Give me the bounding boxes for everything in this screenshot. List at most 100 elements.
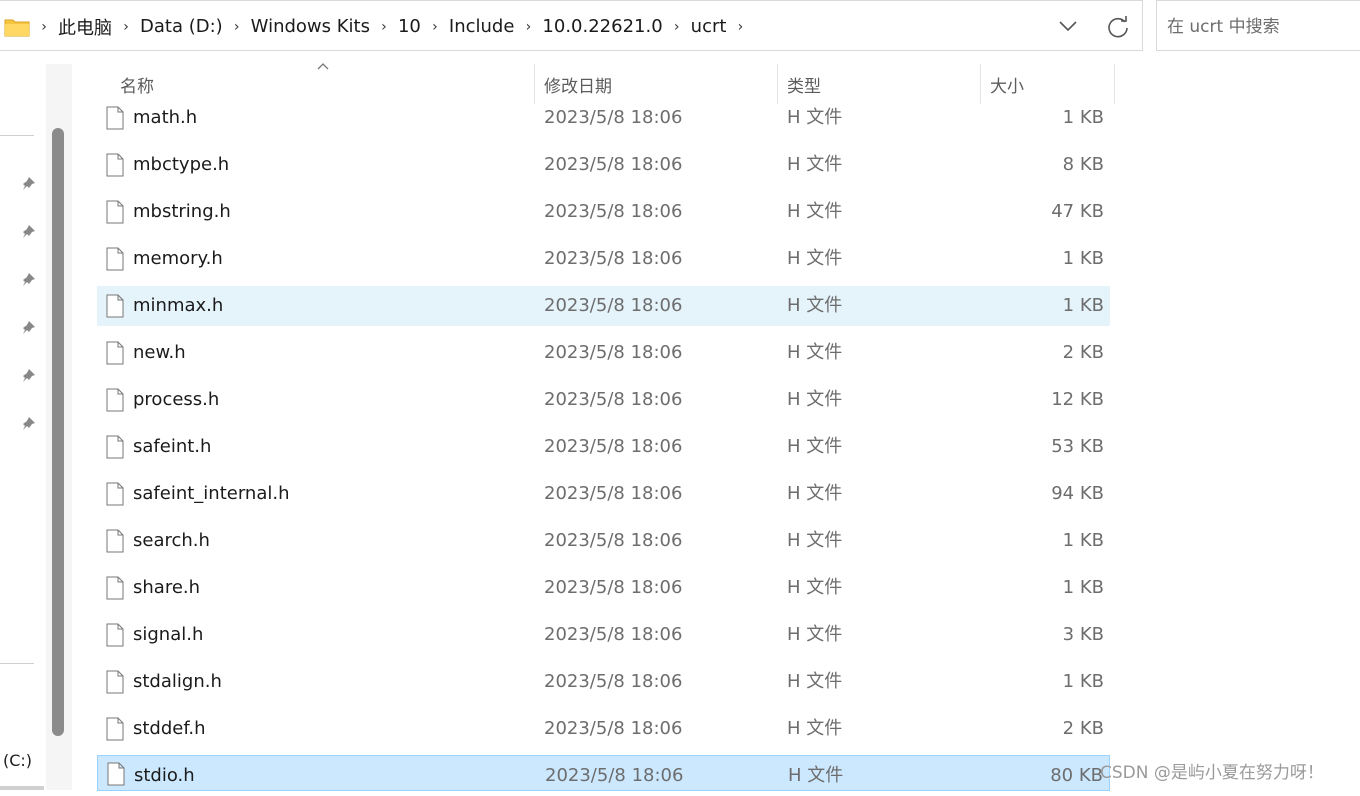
search-input[interactable] xyxy=(1157,1,1360,52)
chevron-right-icon[interactable]: › xyxy=(112,19,140,35)
file-date: 2023/5/8 18:06 xyxy=(544,483,683,504)
file-type: H 文件 xyxy=(788,765,844,786)
file-name: stdio.h xyxy=(134,765,195,786)
file-date: 2023/5/8 18:06 xyxy=(544,154,683,175)
file-size: 12 KB xyxy=(1051,389,1104,410)
file-name: safeint_internal.h xyxy=(133,483,290,504)
file-icon xyxy=(106,576,124,600)
file-icon xyxy=(106,341,124,365)
file-size: 3 KB xyxy=(1062,624,1104,645)
file-name: share.h xyxy=(133,577,201,598)
nav-scrollbar-thumb[interactable] xyxy=(52,128,64,736)
nav-divider xyxy=(0,135,34,136)
file-size: 8 KB xyxy=(1062,154,1104,175)
file-name: minmax.h xyxy=(133,295,224,316)
file-row-hovered[interactable]: minmax.h 2023/5/8 18:06 H 文件 1 KB xyxy=(97,286,1110,326)
file-size: 1 KB xyxy=(1062,671,1104,692)
breadcrumb-item-data-drive[interactable]: Data (D:) xyxy=(140,16,223,37)
file-type: H 文件 xyxy=(787,436,843,457)
pin-icon[interactable] xyxy=(22,319,40,337)
file-size: 2 KB xyxy=(1062,718,1104,739)
file-icon xyxy=(106,623,124,647)
file-row[interactable]: process.h 2023/5/8 18:06 H 文件 12 KB xyxy=(97,380,1110,420)
file-icon xyxy=(106,529,124,553)
breadcrumb-item-windows-kits[interactable]: Windows Kits xyxy=(251,16,370,37)
pin-icon[interactable] xyxy=(22,175,40,193)
nav-item-c-drive[interactable]: (C:) xyxy=(3,751,32,770)
chevron-right-icon[interactable]: › xyxy=(663,19,691,35)
file-icon xyxy=(107,762,125,786)
file-row[interactable]: mbctype.h 2023/5/8 18:06 H 文件 8 KB xyxy=(97,145,1110,185)
file-row[interactable]: safeint_internal.h 2023/5/8 18:06 H 文件 9… xyxy=(97,474,1110,514)
file-row-selected[interactable]: stdio.h 2023/5/8 18:06 H 文件 80 KB xyxy=(97,755,1110,791)
file-icon xyxy=(106,294,124,318)
file-size: 53 KB xyxy=(1051,436,1104,457)
file-row[interactable]: math.h 2023/5/8 18:06 H 文件 1 KB xyxy=(97,98,1110,138)
file-type: H 文件 xyxy=(787,718,843,739)
file-date: 2023/5/8 18:06 xyxy=(544,436,683,457)
file-name: mbstring.h xyxy=(133,201,231,222)
file-type: H 文件 xyxy=(787,577,843,598)
breadcrumb-item-10[interactable]: 10 xyxy=(398,16,421,37)
chevron-right-icon[interactable]: › xyxy=(726,19,754,35)
file-name: search.h xyxy=(133,530,210,551)
search-box[interactable] xyxy=(1156,0,1360,52)
file-row[interactable]: new.h 2023/5/8 18:06 H 文件 2 KB xyxy=(97,333,1110,373)
file-icon xyxy=(106,482,124,506)
file-row[interactable]: share.h 2023/5/8 18:06 H 文件 1 KB xyxy=(97,568,1110,608)
nav-divider xyxy=(0,786,44,790)
pin-icon[interactable] xyxy=(22,415,40,433)
pin-icon[interactable] xyxy=(22,223,40,241)
file-date: 2023/5/8 18:06 xyxy=(544,107,683,128)
file-icon xyxy=(106,388,124,412)
file-icon xyxy=(106,670,124,694)
chevron-down-icon[interactable] xyxy=(1056,14,1080,38)
chevron-right-icon[interactable]: › xyxy=(421,19,449,35)
chevron-right-icon[interactable]: › xyxy=(30,19,58,35)
nav-divider xyxy=(0,663,34,664)
file-name: new.h xyxy=(133,342,186,363)
breadcrumb: › 此电脑 › Data (D:) › Windows Kits › 10 › … xyxy=(30,1,754,52)
file-icon xyxy=(106,435,124,459)
file-type: H 文件 xyxy=(787,201,843,222)
file-name: memory.h xyxy=(133,248,223,269)
file-size: 47 KB xyxy=(1051,201,1104,222)
file-type: H 文件 xyxy=(787,389,843,410)
file-date: 2023/5/8 18:06 xyxy=(544,248,683,269)
chevron-right-icon[interactable]: › xyxy=(514,19,542,35)
file-icon xyxy=(106,106,124,130)
breadcrumb-item-ucrt[interactable]: ucrt xyxy=(691,16,727,37)
file-name: stdalign.h xyxy=(133,671,222,692)
file-size: 1 KB xyxy=(1062,107,1104,128)
file-date: 2023/5/8 18:06 xyxy=(545,765,684,786)
file-type: H 文件 xyxy=(787,107,843,128)
file-icon xyxy=(106,153,124,177)
folder-icon xyxy=(4,19,30,37)
file-date: 2023/5/8 18:06 xyxy=(544,342,683,363)
file-row[interactable]: mbstring.h 2023/5/8 18:06 H 文件 47 KB xyxy=(97,192,1110,232)
address-bar[interactable]: › 此电脑 › Data (D:) › Windows Kits › 10 › … xyxy=(0,0,1143,51)
file-size: 1 KB xyxy=(1062,295,1104,316)
file-row[interactable]: stdalign.h 2023/5/8 18:06 H 文件 1 KB xyxy=(97,662,1110,702)
breadcrumb-item-include[interactable]: Include xyxy=(449,16,515,37)
pin-icon[interactable] xyxy=(22,271,40,289)
file-type: H 文件 xyxy=(787,342,843,363)
file-name: mbctype.h xyxy=(133,154,230,175)
chevron-right-icon[interactable]: › xyxy=(223,19,251,35)
file-row[interactable]: safeint.h 2023/5/8 18:06 H 文件 53 KB xyxy=(97,427,1110,467)
breadcrumb-item-this-pc[interactable]: 此电脑 xyxy=(58,14,112,40)
file-name: safeint.h xyxy=(133,436,212,457)
file-name: math.h xyxy=(133,107,198,128)
breadcrumb-item-version[interactable]: 10.0.22621.0 xyxy=(542,16,662,37)
file-name: signal.h xyxy=(133,624,204,645)
pin-icon[interactable] xyxy=(22,367,40,385)
file-row[interactable]: memory.h 2023/5/8 18:06 H 文件 1 KB xyxy=(97,239,1110,279)
file-size: 1 KB xyxy=(1062,248,1104,269)
file-row[interactable]: signal.h 2023/5/8 18:06 H 文件 3 KB xyxy=(97,615,1110,655)
chevron-right-icon[interactable]: › xyxy=(370,19,398,35)
file-date: 2023/5/8 18:06 xyxy=(544,530,683,551)
file-name: process.h xyxy=(133,389,220,410)
file-row[interactable]: stddef.h 2023/5/8 18:06 H 文件 2 KB xyxy=(97,709,1110,749)
refresh-icon[interactable] xyxy=(1104,13,1132,41)
file-row[interactable]: search.h 2023/5/8 18:06 H 文件 1 KB xyxy=(97,521,1110,561)
